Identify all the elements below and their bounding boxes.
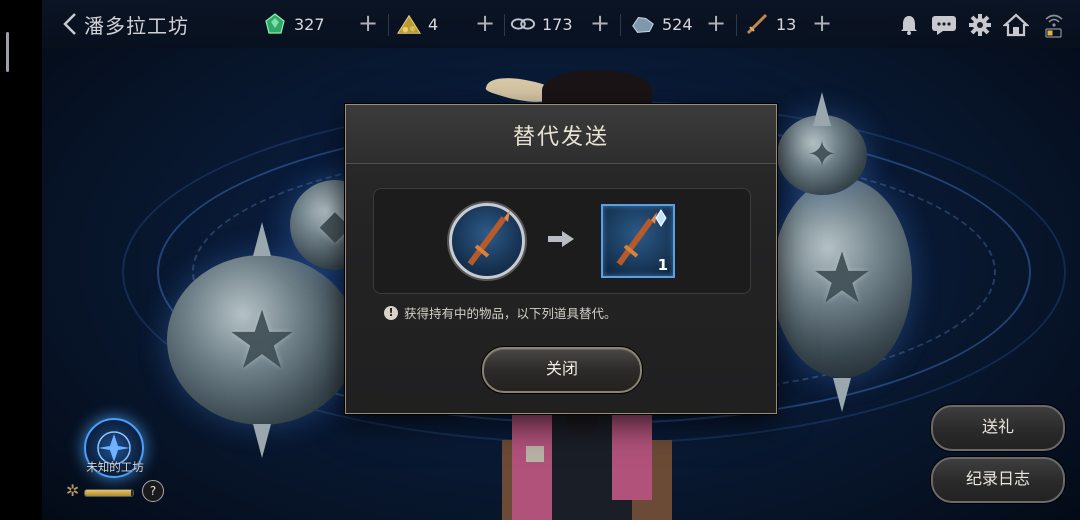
page-title: 潘多拉工坊: [84, 14, 189, 38]
gift-button[interactable]: 送礼: [931, 405, 1065, 451]
resource-gold: 4: [396, 9, 438, 39]
arrow-right-icon: [548, 231, 574, 247]
resource-value: 524: [662, 14, 693, 34]
close-button[interactable]: 关闭: [482, 347, 642, 393]
resource-value: 327: [294, 14, 325, 34]
cog-icon: ✲: [66, 481, 80, 500]
character: [502, 404, 672, 520]
orb-right-large: ★: [772, 178, 912, 378]
progress-fill: [85, 490, 131, 496]
green-gem-icon: [262, 11, 288, 37]
info-icon: !: [384, 305, 398, 320]
resource-gem: 327: [262, 9, 325, 39]
log-button[interactable]: 纪录日志: [931, 457, 1065, 503]
infinity-chain-icon: [510, 11, 536, 37]
add-dagger-button[interactable]: +: [810, 11, 834, 36]
divider: [504, 14, 505, 36]
replacement-item-slot[interactable]: 1: [601, 204, 675, 278]
orb-spike: [813, 92, 831, 126]
back-arrow-icon[interactable]: [58, 11, 84, 37]
notice-text: 获得持有中的物品，以下列道具替代。: [404, 306, 617, 321]
resource-chain: 173: [510, 9, 573, 39]
orb-spike: [833, 378, 851, 412]
help-button[interactable]: ?: [142, 480, 164, 502]
notice-message: ! 获得持有中的物品，以下列道具替代。: [384, 303, 617, 322]
original-item-slot[interactable]: [449, 203, 525, 279]
workshop-name: 未知的工坊: [86, 460, 144, 474]
ore-chunk-icon: [630, 11, 656, 37]
add-ore-button[interactable]: +: [704, 11, 728, 36]
resource-value: 173: [542, 14, 573, 34]
chat-icon[interactable]: [930, 12, 958, 38]
home-icon[interactable]: [1002, 12, 1030, 38]
edge-handle: [6, 32, 9, 72]
divider: [736, 14, 737, 36]
spear-icon: [467, 210, 510, 266]
add-gem-button[interactable]: +: [356, 11, 380, 36]
replacement-dialog: 替代发送 1 ! 获得持有中的物品，以下列道具替代。 关闭: [345, 104, 777, 414]
resource-dagger: 13: [744, 9, 796, 39]
divider: [620, 14, 621, 36]
workshop-progress: [84, 489, 134, 497]
wifi-battery-icon: [1040, 12, 1068, 38]
orb-spike: [253, 222, 271, 256]
item-quantity: 1: [657, 256, 668, 274]
system-edge: [0, 0, 42, 520]
dialog-title: 替代发送: [512, 125, 609, 150]
orb-left-large: ★: [167, 255, 357, 425]
orb-right-small: ✦: [777, 115, 867, 195]
dagger-icon: [744, 11, 770, 37]
item-exchange-panel: 1: [373, 188, 751, 294]
gold-pile-icon: [396, 11, 422, 37]
add-gold-button[interactable]: +: [473, 11, 497, 36]
resource-ore: 524: [630, 9, 693, 39]
resource-value: 4: [428, 14, 439, 34]
gear-icon[interactable]: [966, 12, 994, 38]
divider: [388, 14, 389, 36]
orb-spike: [253, 424, 271, 458]
add-chain-button[interactable]: +: [588, 11, 612, 36]
bell-icon[interactable]: [895, 12, 923, 38]
resource-value: 13: [776, 14, 797, 34]
